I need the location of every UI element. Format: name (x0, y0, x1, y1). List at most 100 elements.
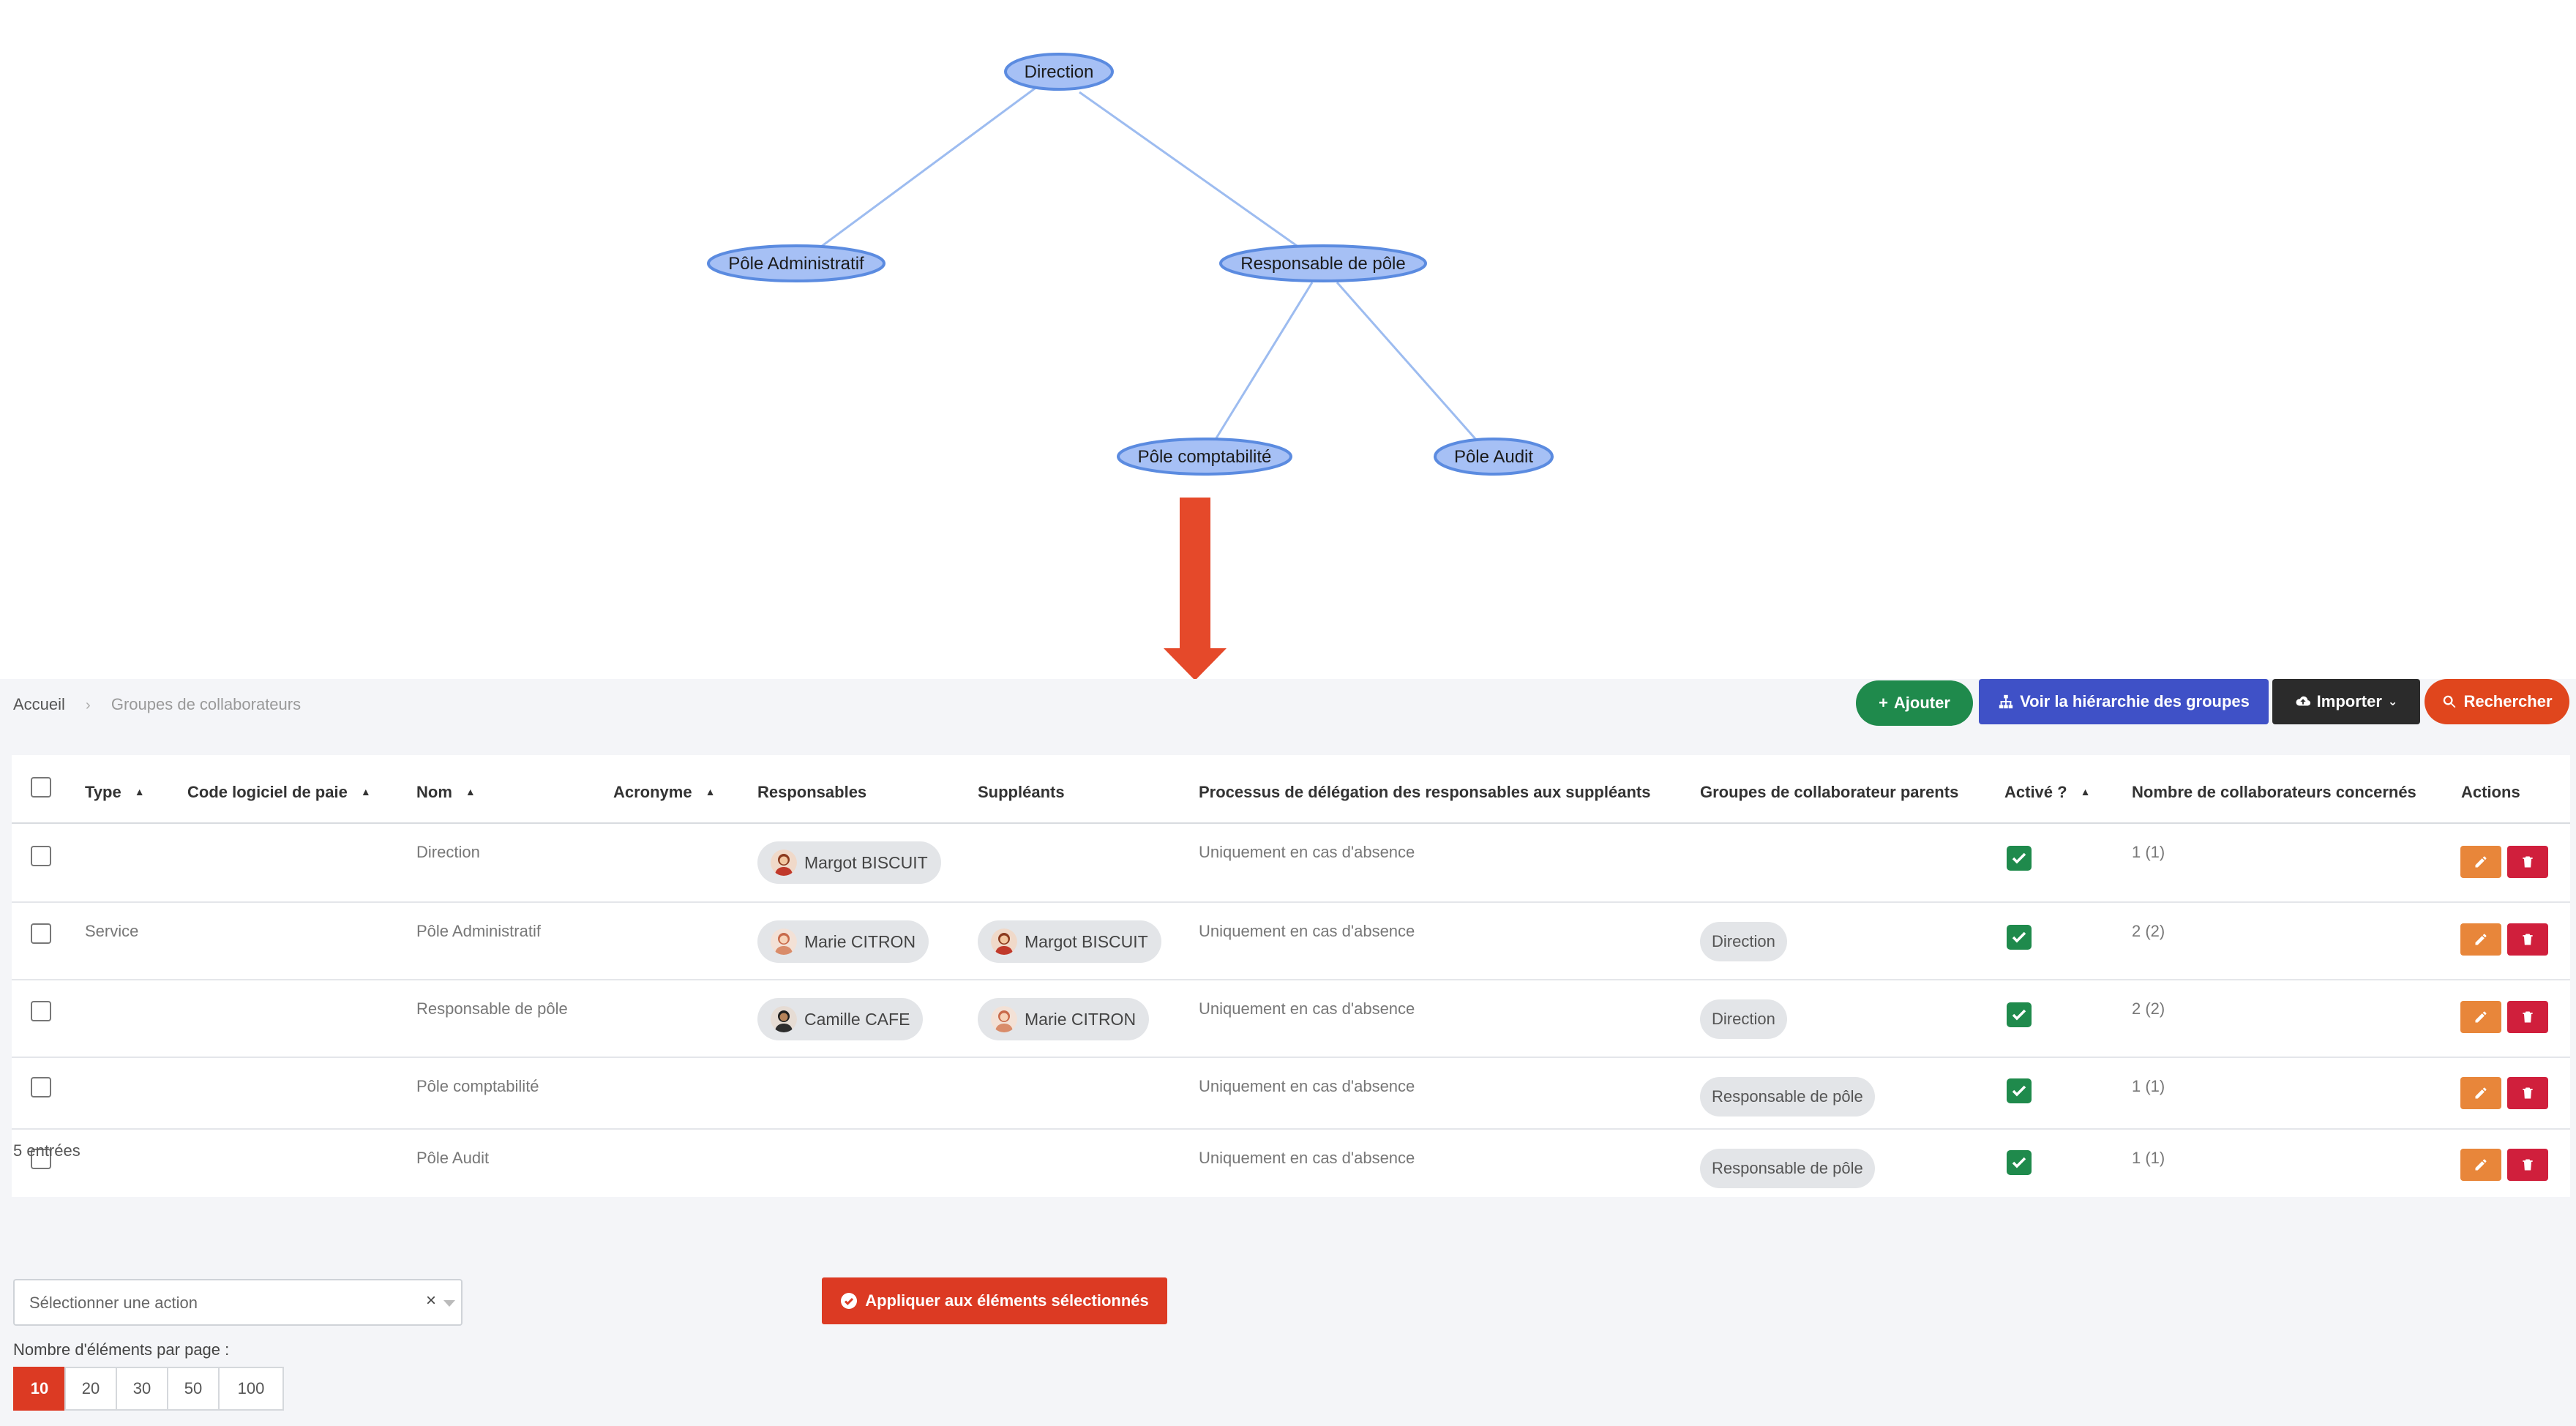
active-check-icon (2007, 925, 2032, 950)
trash-icon (2523, 934, 2533, 945)
dropdown-arrow-icon[interactable] (443, 1300, 455, 1307)
suppleant-name: Margot BISCUIT (1025, 931, 1148, 951)
responsable-chip[interactable]: Camille CAFE (757, 998, 924, 1040)
delete-button[interactable] (2507, 1077, 2548, 1109)
column-header-nombre[interactable]: Nombre de collaborateurs concernés (2132, 783, 2416, 802)
edge-direction-pole-admin (817, 85, 1038, 250)
trash-icon (2523, 856, 2533, 868)
cell-nom[interactable]: Responsable de pôle (416, 999, 568, 1018)
active-check-icon (2007, 1002, 2032, 1027)
table-row: Pôle Audit Uniquement en cas d'absence R… (12, 1130, 2570, 1201)
node-pole-administratif[interactable]: Pôle Administratif (707, 244, 886, 282)
sort-asc-icon: ▲ (705, 786, 716, 798)
delete-button[interactable] (2507, 1149, 2548, 1181)
node-pole-comptabilite[interactable]: Pôle comptabilité (1117, 438, 1292, 476)
cell-processus: Uniquement en cas d'absence (1199, 843, 1415, 861)
down-arrow-icon (1164, 498, 1227, 680)
cell-nom[interactable]: Direction (416, 843, 480, 862)
add-button[interactable]: + Ajouter (1856, 680, 1973, 726)
node-pole-administratif-label: Pôle Administratif (728, 254, 864, 274)
responsable-chip[interactable]: Marie CITRON (757, 920, 929, 963)
table-row: Pôle comptabilité Uniquement en cas d'ab… (12, 1058, 2570, 1130)
edit-icon (2475, 934, 2487, 945)
avatar-icon (771, 928, 797, 955)
suppleant-chip[interactable]: Margot BISCUIT (978, 920, 1161, 963)
responsable-name: Margot BISCUIT (804, 852, 928, 872)
import-button[interactable]: Importer ⌄ (2272, 679, 2420, 724)
node-responsable-de-pole-label: Responsable de pôle (1240, 254, 1406, 274)
groups-table: Type ▲ Code logiciel de paie ▲ Nom ▲ Acrony… (12, 755, 2570, 1197)
column-header-acronyme[interactable]: Acronyme ▲ (613, 783, 715, 802)
row-checkbox[interactable] (31, 923, 51, 944)
column-header-responsables[interactable]: Responsables (757, 783, 866, 802)
hierarchy-diagram: Direction Pôle Administratif Responsable… (707, 53, 1554, 680)
column-header-groupes-parents[interactable]: Groupes de collaborateur parents (1700, 783, 1958, 802)
sort-asc-icon: ▲ (134, 786, 145, 798)
suppleant-chip[interactable]: Marie CITRON (978, 998, 1150, 1040)
check-circle-icon (841, 1293, 858, 1309)
cell-nom[interactable]: Pôle Audit (416, 1149, 489, 1168)
node-direction[interactable]: Direction (1004, 53, 1114, 91)
edit-icon (2475, 856, 2487, 868)
cell-processus: Uniquement en cas d'absence (1199, 1077, 1415, 1095)
column-header-type[interactable]: Type ▲ (85, 783, 145, 802)
edge-direction-resp-pole (1079, 91, 1300, 249)
active-check-icon (2007, 1078, 2032, 1103)
per-page-option-30[interactable]: 30 (116, 1367, 168, 1411)
select-all-checkbox[interactable] (31, 777, 51, 798)
apply-selected-label: Appliquer aux éléments sélectionnés (865, 1291, 1149, 1310)
cell-nombre: 1 (1) (2132, 843, 2165, 861)
edit-button[interactable] (2460, 846, 2501, 878)
node-pole-audit[interactable]: Pôle Audit (1434, 438, 1554, 476)
breadcrumb-home[interactable]: Accueil (13, 695, 65, 713)
delete-button[interactable] (2507, 1001, 2548, 1033)
responsable-name: Camille CAFE (804, 1009, 910, 1029)
node-responsable-de-pole[interactable]: Responsable de pôle (1219, 244, 1427, 282)
column-header-processus[interactable]: Processus de délégation des responsables… (1199, 783, 1650, 802)
edit-icon (2475, 1087, 2487, 1099)
row-checkbox[interactable] (31, 846, 51, 866)
edit-button[interactable] (2460, 1077, 2501, 1109)
delete-button[interactable] (2507, 923, 2548, 956)
table-header: Type ▲ Code logiciel de paie ▲ Nom ▲ Acrony… (12, 755, 2570, 824)
search-button-label: Rechercher (2463, 692, 2553, 710)
cell-nom[interactable]: Pôle Administratif (416, 922, 541, 941)
apply-selected-button[interactable]: Appliquer aux éléments sélectionnés (822, 1277, 1167, 1324)
per-page-option-20[interactable]: 20 (64, 1367, 117, 1411)
table-row: Direction Margot BISCUIT Uniquement en c… (12, 824, 2570, 903)
view-hierarchy-button[interactable]: Voir la hiérarchie des groupes (1979, 679, 2269, 724)
cloud-upload-icon (2296, 696, 2310, 706)
column-header-active[interactable]: Activé ? ▲ (2004, 783, 2090, 802)
responsable-chip[interactable]: Margot BISCUIT (757, 841, 941, 884)
edit-button[interactable] (2460, 923, 2501, 956)
column-header-code[interactable]: Code logiciel de paie ▲ (187, 783, 371, 802)
cell-nombre: 1 (1) (2132, 1149, 2165, 1167)
parent-group-tag: Responsable de pôle (1700, 1149, 1875, 1188)
sitemap-icon (1999, 694, 2013, 709)
cell-processus: Uniquement en cas d'absence (1199, 999, 1415, 1018)
bulk-action-select[interactable]: Sélectionner une action × (13, 1279, 463, 1326)
view-hierarchy-label: Voir la hiérarchie des groupes (2020, 692, 2250, 710)
chevron-down-icon: ⌄ (2387, 696, 2398, 708)
search-button[interactable]: Rechercher (2425, 679, 2569, 724)
per-page-option-100[interactable]: 100 (218, 1367, 284, 1411)
column-header-suppleants[interactable]: Suppléants (978, 783, 1065, 802)
per-page-selector: 10 20 30 50 100 (13, 1367, 284, 1411)
search-icon (2444, 695, 2456, 708)
delete-button[interactable] (2507, 846, 2548, 878)
breadcrumb: Accueil › Groupes de collaborateurs (13, 695, 301, 714)
per-page-option-50[interactable]: 50 (167, 1367, 220, 1411)
column-header-nom[interactable]: Nom ▲ (416, 783, 476, 802)
edit-icon (2475, 1011, 2487, 1023)
table-row: Service Pôle Administratif Marie CITRON … (12, 903, 2570, 980)
edit-button[interactable] (2460, 1001, 2501, 1033)
edit-button[interactable] (2460, 1149, 2501, 1181)
add-button-label: Ajouter (1893, 694, 1950, 712)
cell-nom[interactable]: Pôle comptabilité (416, 1077, 539, 1096)
responsable-name: Marie CITRON (804, 931, 916, 951)
clear-icon[interactable]: × (426, 1291, 436, 1311)
per-page-option-10[interactable]: 10 (13, 1367, 66, 1411)
row-checkbox[interactable] (31, 1001, 51, 1021)
row-checkbox[interactable] (31, 1077, 51, 1097)
cell-nombre: 1 (1) (2132, 1077, 2165, 1095)
